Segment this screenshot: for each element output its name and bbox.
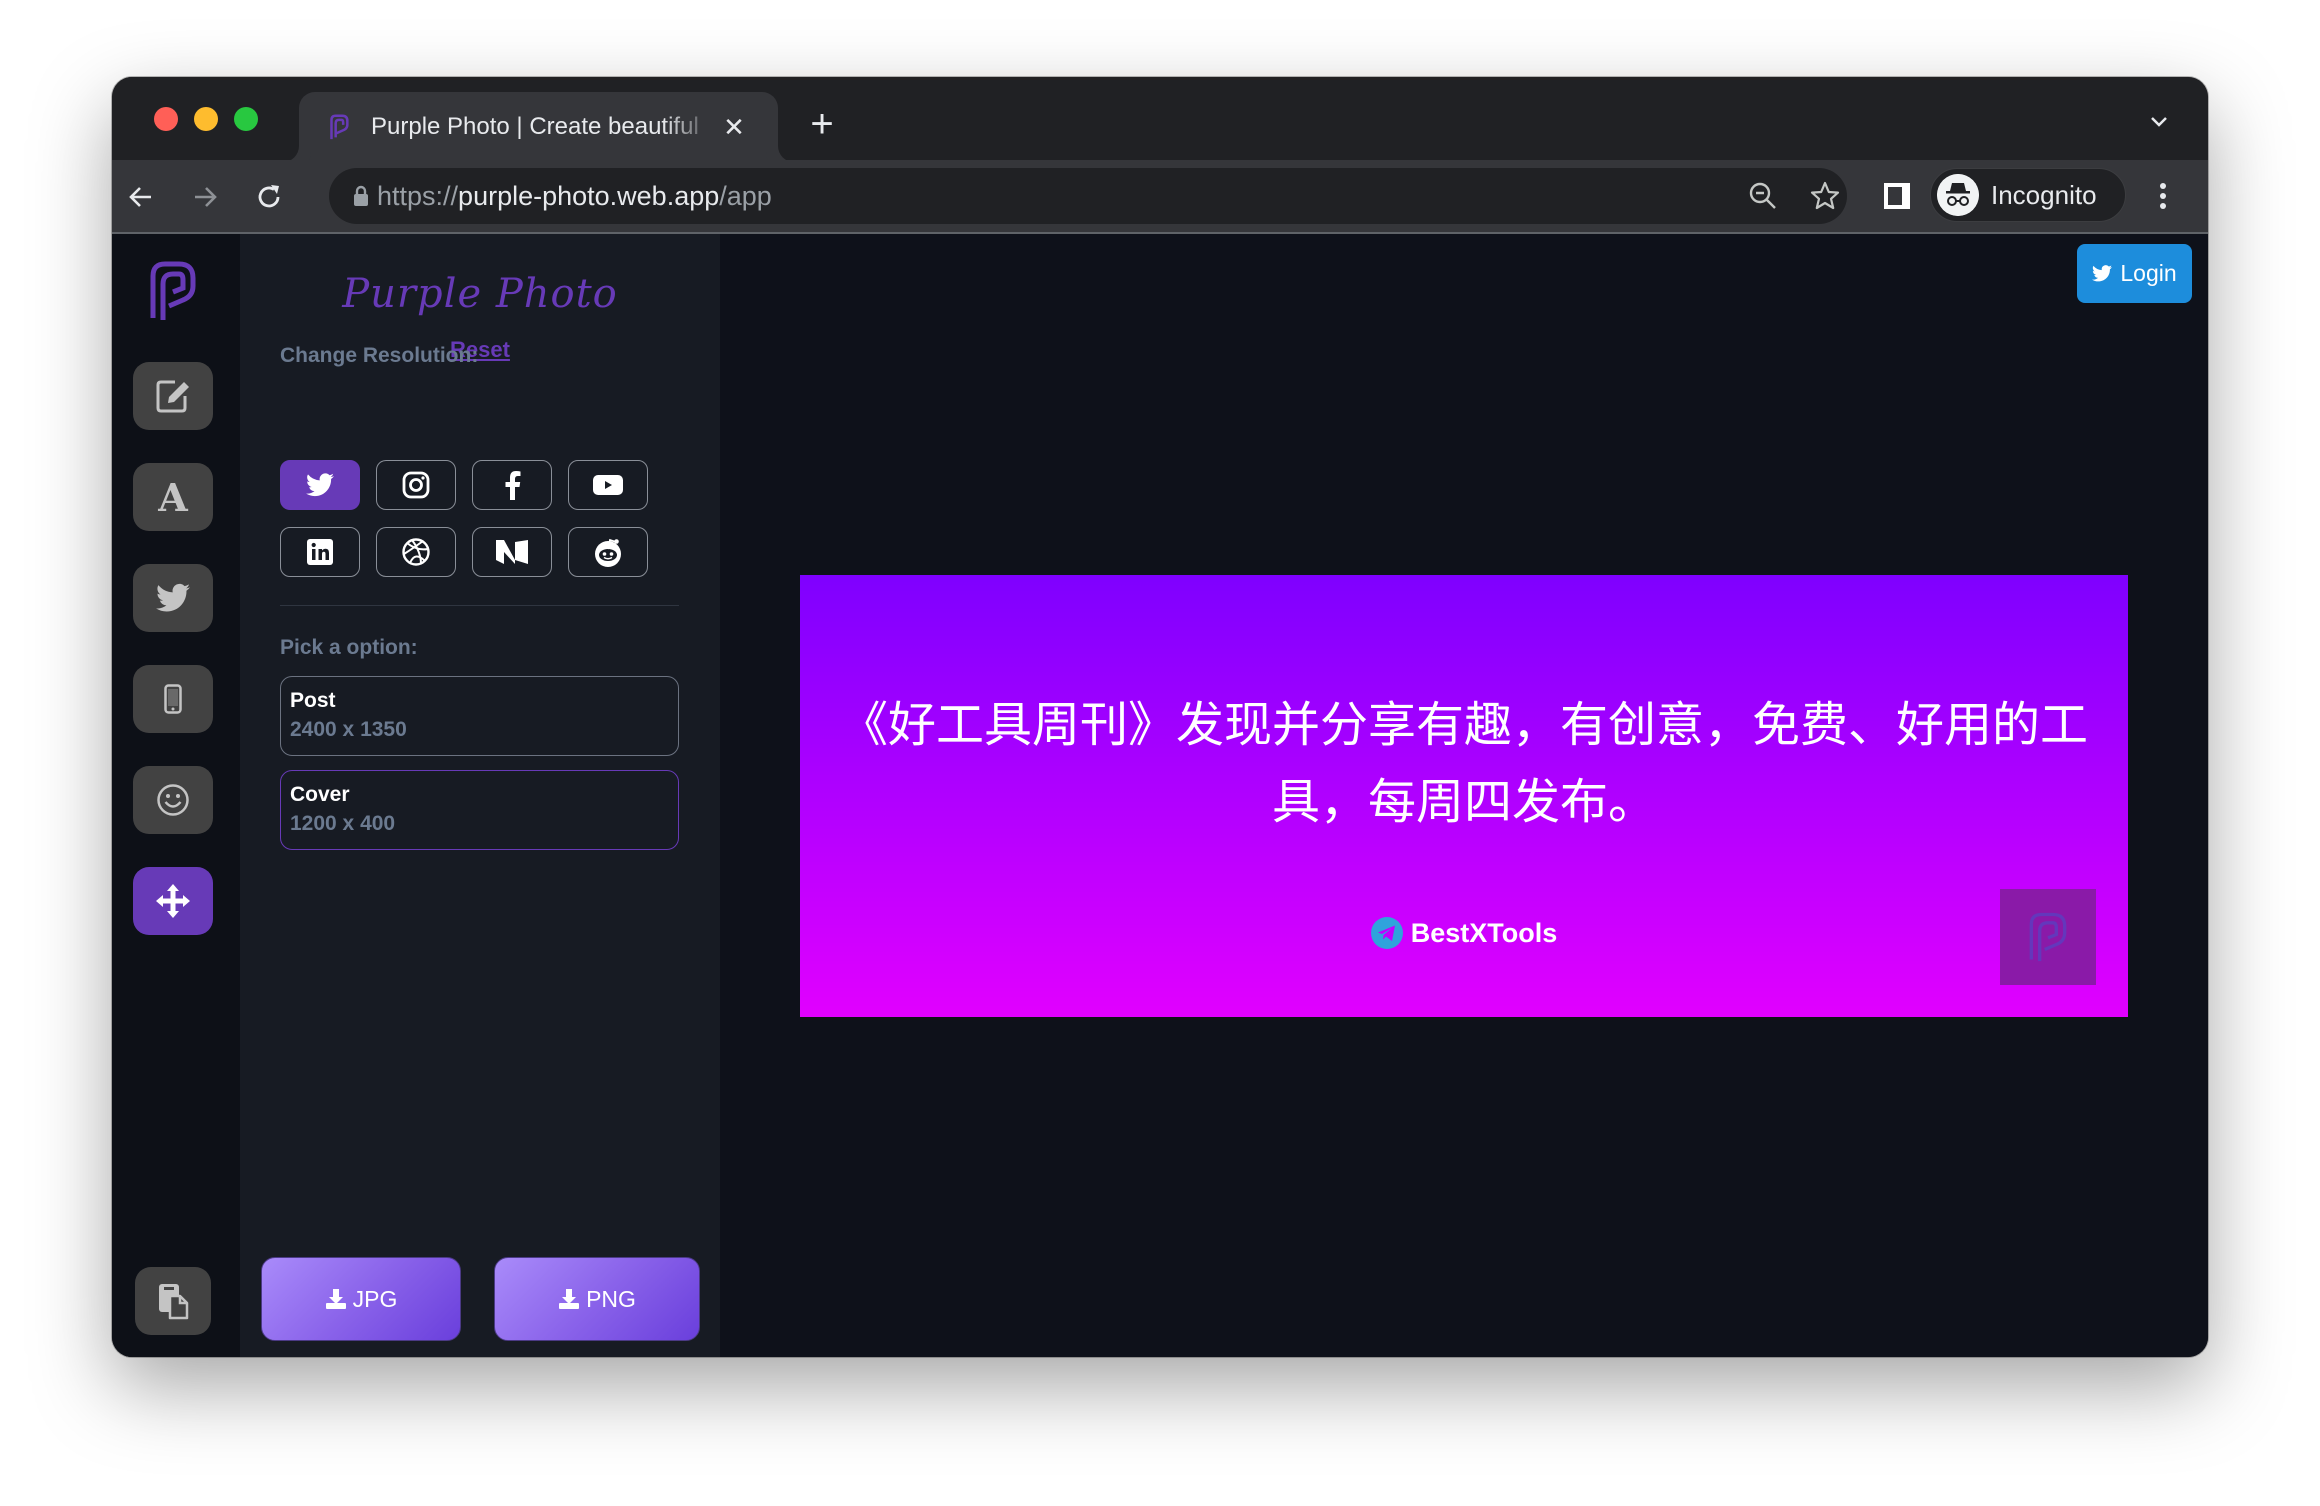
option-cover[interactable]: Cover 1200 x 400	[280, 770, 679, 850]
tab-purple-photo[interactable]: Purple Photo | Create beautiful ✕	[299, 92, 778, 162]
paste-icon	[159, 1284, 189, 1320]
minimize-window-button[interactable]	[194, 107, 218, 131]
platform-reddit-button[interactable]	[568, 527, 648, 577]
option-post-name: Post	[290, 689, 336, 712]
download-icon	[559, 1289, 580, 1309]
twitter-icon	[2092, 265, 2113, 282]
telegram-icon	[1370, 917, 1403, 949]
more-menu-icon[interactable]	[2148, 178, 2178, 214]
rail-edit-button[interactable]	[133, 362, 213, 430]
twitter-login-button[interactable]: Login	[2077, 244, 2192, 303]
arrow-right-icon	[195, 187, 217, 207]
incognito-icon	[1937, 174, 1979, 216]
new-tab-button[interactable]: +	[804, 104, 840, 144]
incognito-profile-button[interactable]: Incognito	[1930, 168, 2126, 222]
platform-twitter-button[interactable]	[280, 460, 360, 510]
settings-panel: Purple Photo Reset Change Resolution: Pi…	[240, 234, 720, 1357]
rail-twitter-button[interactable]	[133, 564, 213, 632]
rail-emoji-button[interactable]	[133, 766, 213, 834]
url-scheme: https://	[377, 181, 459, 211]
option-cover-name: Cover	[290, 783, 350, 806]
linkedin-icon	[307, 539, 333, 565]
download-png-button[interactable]: PNG	[494, 1257, 700, 1341]
tab-title: Purple Photo | Create beautiful	[371, 113, 699, 140]
reddit-icon	[595, 538, 621, 567]
canvas-brand[interactable]: BestXTools	[800, 917, 2128, 949]
font-icon: A	[158, 474, 188, 520]
purple-photo-logo[interactable]	[149, 260, 197, 322]
bookmark-star-icon[interactable]	[1809, 180, 1841, 212]
browser-toolbar: https://purple-photo.web.app/app Incogni…	[112, 160, 2208, 232]
back-button[interactable]	[124, 180, 158, 214]
download-jpg-button[interactable]: JPG	[261, 1257, 461, 1341]
login-label: Login	[2120, 260, 2177, 286]
twitter-icon	[156, 583, 190, 612]
youtube-icon	[593, 475, 623, 495]
purple-photo-watermark-icon	[2029, 912, 2067, 962]
edit-icon	[156, 380, 189, 413]
medium-icon	[496, 540, 528, 564]
app-page: A Purple Photo Reset Change Resolution: …	[112, 234, 2208, 1357]
brand-name: BestXTools	[1410, 917, 1558, 948]
download-jpg-label: JPG	[352, 1285, 398, 1312]
reload-icon	[258, 185, 280, 208]
facebook-icon	[505, 471, 521, 500]
forward-button[interactable]	[188, 180, 222, 214]
browser-window: Purple Photo | Create beautiful ✕ + http…	[112, 77, 2208, 1357]
download-png-label: PNG	[586, 1285, 636, 1312]
maximize-window-button[interactable]	[234, 107, 258, 131]
address-bar[interactable]: https://purple-photo.web.app/app	[329, 168, 1847, 224]
pick-option-label: Pick a option:	[280, 636, 418, 659]
panel-divider	[280, 605, 679, 606]
platform-linkedin-button[interactable]	[280, 527, 360, 577]
mobile-icon	[164, 684, 182, 714]
url-host: purple-photo.web.app	[458, 181, 720, 211]
platform-facebook-button[interactable]	[472, 460, 552, 510]
watermark-logo	[2000, 889, 2096, 985]
platform-medium-button[interactable]	[472, 527, 552, 577]
tab-search-chevron-icon[interactable]	[2144, 107, 2174, 137]
tab-close-icon[interactable]: ✕	[719, 112, 749, 142]
lock-icon	[354, 185, 368, 206]
zoom-out-icon[interactable]	[1747, 180, 1779, 212]
close-window-button[interactable]	[154, 107, 178, 131]
tool-rail: A	[112, 234, 240, 1357]
canvas-text[interactable]: 《好工具周刊》发现并分享有趣，有创意，免费、好用的工具，每周四发布。	[840, 687, 2088, 841]
option-post[interactable]: Post 2400 x 1350	[280, 676, 679, 756]
incognito-label: Incognito	[1991, 180, 2097, 210]
platform-youtube-button[interactable]	[568, 460, 648, 510]
rail-paste-button[interactable]	[135, 1267, 211, 1335]
rail-move-button[interactable]	[133, 867, 213, 935]
move-icon	[156, 884, 190, 918]
platform-instagram-button[interactable]	[376, 460, 456, 510]
image-canvas[interactable]: 《好工具周刊》发现并分享有趣，有创意，免费、好用的工具，每周四发布。 BestX…	[800, 575, 2128, 1017]
platform-dribbble-button[interactable]	[376, 527, 456, 577]
emoji-icon	[157, 784, 189, 816]
instagram-icon	[402, 471, 430, 499]
dribbble-icon	[402, 538, 430, 566]
rail-font-button[interactable]: A	[133, 463, 213, 531]
download-icon	[325, 1289, 346, 1309]
side-panel-icon[interactable]	[1880, 178, 1916, 214]
arrow-left-icon	[129, 187, 151, 207]
tab-strip: Purple Photo | Create beautiful ✕ +	[112, 77, 2208, 162]
url-text[interactable]: https://purple-photo.web.app/app	[377, 180, 772, 212]
app-title: Purple Photo	[342, 271, 618, 317]
editor-main: Login 《好工具周刊》发现并分享有趣，有创意，免费、好用的工具，每周四发布。…	[720, 234, 2208, 1357]
twitter-icon	[306, 473, 334, 497]
option-post-size: 2400 x 1350	[290, 718, 407, 741]
purple-photo-favicon	[330, 114, 349, 140]
change-resolution-label: Change Resolution:	[280, 344, 479, 367]
option-cover-size: 1200 x 400	[290, 812, 396, 835]
reload-button[interactable]	[252, 180, 286, 214]
rail-mobile-button[interactable]	[133, 665, 213, 733]
url-path: /app	[719, 181, 772, 211]
